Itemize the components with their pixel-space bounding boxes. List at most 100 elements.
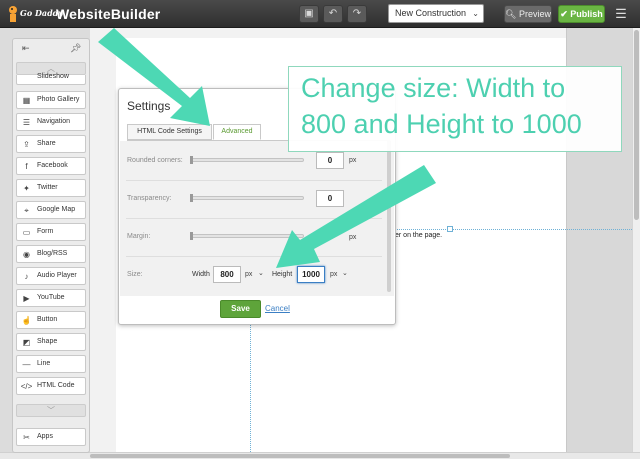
width-unit-select[interactable]: px	[245, 271, 252, 278]
resize-handle[interactable]	[447, 226, 453, 232]
height-input[interactable]: 1000	[297, 266, 325, 283]
element-line[interactable]: — Line	[16, 355, 86, 373]
width-input[interactable]: 800	[213, 266, 241, 283]
horizontal-scrollbar[interactable]	[0, 452, 640, 459]
element-label: Twitter	[37, 184, 58, 191]
publish-button[interactable]: ✔ Publish	[558, 5, 605, 23]
rounded-corners-unit: px	[349, 157, 357, 164]
form-icon: ▭	[22, 228, 31, 237]
element-audio-player[interactable]: ♪ Audio Player	[16, 267, 86, 285]
rounded-corners-input[interactable]: 0	[316, 152, 344, 169]
callout-line-1: Change size: Width to	[301, 73, 566, 103]
instruction-callout: Change size: Width to 800 and Height to …	[288, 66, 622, 152]
row-separator	[126, 218, 382, 219]
element-slideshow[interactable]: Slideshow	[16, 73, 86, 85]
godaddy-logo[interactable]: Go Daddy	[6, 3, 63, 25]
tab-html-code-settings[interactable]: HTML Code Settings	[127, 124, 212, 140]
element-share[interactable]: ⇪ Share	[16, 135, 86, 153]
page-select[interactable]: New Construction ⌄	[388, 4, 484, 23]
element-facebook[interactable]: f Facebook	[16, 157, 86, 175]
apps-icon: ✂	[23, 433, 30, 442]
transparency-slider[interactable]	[190, 194, 304, 202]
preview-label: Preview	[518, 9, 551, 19]
navigation-icon: ☰	[22, 118, 31, 127]
scrollbar-thumb[interactable]	[634, 30, 639, 220]
width-label: Width	[192, 271, 210, 278]
margin-slider[interactable]	[190, 232, 304, 240]
check-icon: ✔	[560, 9, 568, 19]
dialog-title: Settings	[127, 99, 171, 113]
element-label: YouTube	[37, 294, 65, 301]
element-label: Form	[37, 228, 54, 235]
menu-button[interactable]: ☰	[611, 5, 631, 23]
publish-label: Publish	[570, 9, 603, 19]
element-shape[interactable]: ◩ Shape	[16, 333, 86, 351]
element-navigation[interactable]: ☰ Navigation	[16, 113, 86, 131]
dialog-scrollbar[interactable]	[387, 140, 391, 292]
panel-header: ⇤ 📌︎	[13, 39, 89, 59]
transparency-input[interactable]: 0	[316, 190, 344, 207]
audio-player-icon: ♪	[24, 272, 29, 281]
element-twitter[interactable]: ✦ Twitter	[16, 179, 86, 197]
mascot-icon	[9, 6, 17, 22]
element-button[interactable]: ☝ Button	[16, 311, 86, 329]
element-label: Slideshow	[37, 73, 69, 80]
save-button[interactable]: Save	[220, 300, 261, 318]
app-title: WebsiteBuilder	[56, 6, 161, 22]
button-icon: ☝	[21, 316, 32, 325]
facebook-icon: f	[25, 162, 28, 171]
element-label: Apps	[37, 433, 53, 440]
chevron-down-icon[interactable]: ⌄	[342, 269, 348, 277]
element-blog-rss[interactable]: ◉ Blog/RSS	[16, 245, 86, 263]
twitter-icon: ✦	[23, 184, 30, 193]
undo-button[interactable]: ↶	[323, 5, 343, 23]
element-guide-vertical	[250, 325, 251, 452]
row-separator	[126, 180, 382, 181]
vertical-scrollbar[interactable]	[632, 28, 640, 452]
collapse-panel-icon[interactable]: ⇤	[22, 43, 30, 54]
element-form[interactable]: ▭ Form	[16, 223, 86, 241]
chevron-down-icon[interactable]: ⌄	[258, 269, 264, 277]
photo-gallery-icon: ▦	[22, 96, 31, 105]
element-google-map[interactable]: ⌖ Google Map	[16, 201, 86, 219]
page-icon: ▣	[304, 8, 314, 19]
element-label: Blog/RSS	[37, 250, 68, 257]
slider-knob[interactable]	[190, 232, 193, 240]
element-label: HTML Code	[37, 382, 75, 389]
redo-button[interactable]: ↷	[347, 5, 367, 23]
element-youtube[interactable]: ▶ YouTube	[16, 289, 86, 307]
slideshow-icon	[20, 78, 33, 89]
element-label: Line	[37, 360, 51, 367]
row-separator	[126, 256, 382, 257]
pin-icon[interactable]: 📌︎	[70, 43, 81, 54]
element-label: Share	[37, 140, 56, 147]
element-guide-horizontal	[380, 229, 632, 230]
height-unit-select[interactable]: px	[330, 271, 337, 278]
element-apps[interactable]: ✂ Apps	[16, 428, 86, 446]
preview-button[interactable]: 🔍︎ Preview	[504, 5, 552, 23]
chevron-down-icon: ﹀	[47, 406, 55, 415]
scrollbar-thumb[interactable]	[90, 454, 510, 458]
element-label: Shape	[37, 338, 58, 345]
element-label: Facebook	[37, 162, 68, 169]
transparency-label: Transparency:	[127, 195, 172, 202]
elements-panel: ⇤ 📌︎ ︿ Slideshow ▦ Photo Gallery ☰ Navigati…	[12, 38, 90, 453]
google-map-icon: ⌖	[24, 206, 29, 215]
page-select-value: New Construction	[395, 8, 467, 18]
rounded-corners-slider[interactable]	[190, 156, 304, 164]
tab-advanced[interactable]: Advanced	[213, 124, 261, 140]
element-html-code[interactable]: </> HTML Code	[16, 377, 86, 395]
cancel-link[interactable]: Cancel	[265, 304, 290, 313]
rounded-corners-label: Rounded corners:	[127, 157, 183, 164]
html-code-icon: </>	[20, 382, 33, 391]
scroll-down-button[interactable]: ﹀	[16, 404, 86, 417]
callout-line-2: 800 and Height to 1000	[301, 109, 582, 139]
element-label: Photo Gallery	[37, 96, 80, 103]
page-settings-button[interactable]: ▣	[299, 5, 319, 23]
search-icon: 🔍︎	[505, 9, 517, 19]
slider-knob[interactable]	[190, 156, 193, 164]
element-photo-gallery[interactable]: ▦ Photo Gallery	[16, 91, 86, 109]
chevron-down-icon: ⌄	[472, 9, 479, 18]
slider-knob[interactable]	[190, 194, 193, 202]
element-label: Button	[37, 316, 58, 323]
